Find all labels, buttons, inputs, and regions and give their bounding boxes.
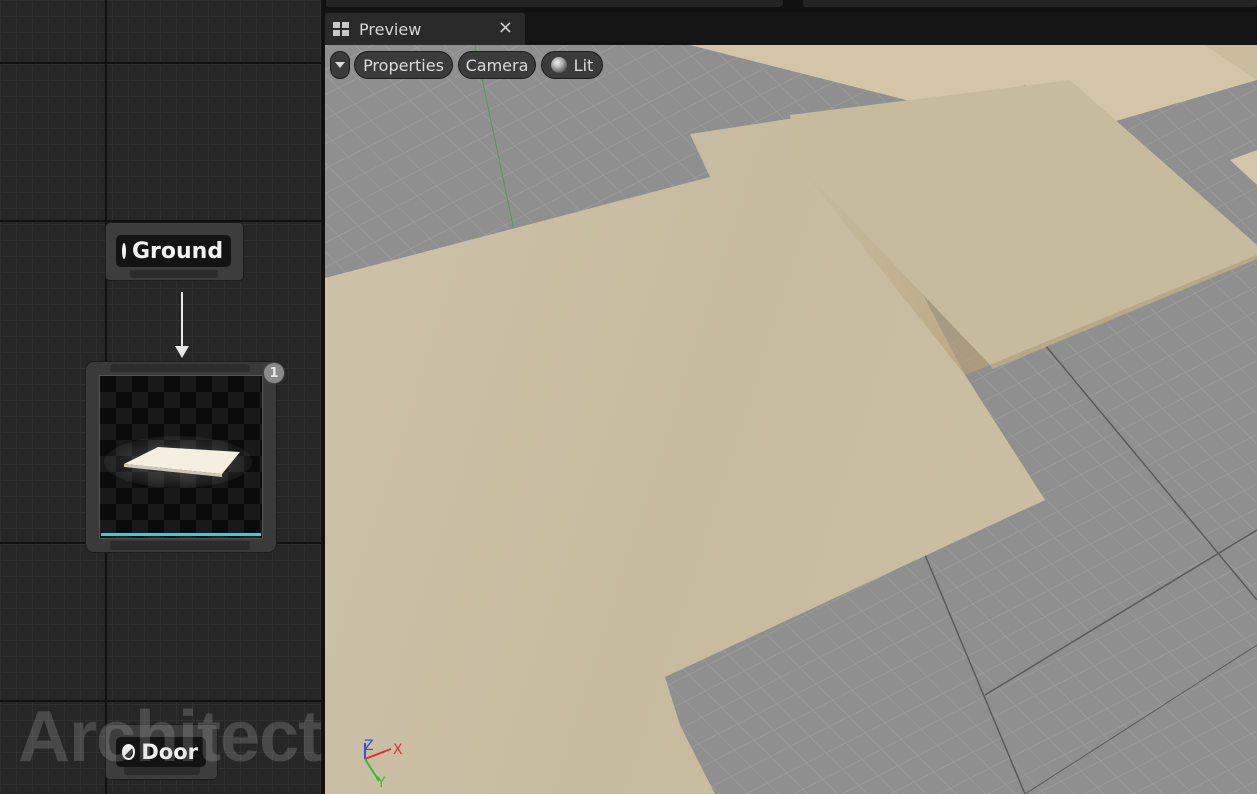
properties-button[interactable]: Properties <box>354 51 453 79</box>
mesh-node-input-pin[interactable] <box>110 364 250 372</box>
mesh-node[interactable] <box>86 362 276 552</box>
mesh-thumbnail <box>99 375 263 539</box>
viewport-options-button[interactable] <box>330 51 350 79</box>
mesh-node-status-bar <box>101 533 261 536</box>
chevron-down-icon <box>335 62 345 68</box>
mesh-count-badge: 1 <box>264 363 284 383</box>
viewport-layout-icon <box>333 22 349 36</box>
ground-node-label: Ground <box>132 238 224 264</box>
graph-grid-line <box>0 62 321 64</box>
mesh-node-output-pin[interactable] <box>110 541 250 550</box>
axis-gizmo: Z X Y <box>364 738 403 791</box>
properties-button-label: Properties <box>363 55 444 75</box>
camera-button-label: Camera <box>465 55 529 75</box>
viewport-scene <box>325 45 1257 794</box>
door-node[interactable]: Door <box>106 725 217 779</box>
door-node-output-pin[interactable] <box>124 767 200 775</box>
plane-mesh-preview <box>104 436 252 488</box>
door-node-title: Door <box>116 737 206 767</box>
tab-title: Preview <box>359 19 422 39</box>
connection-arrow-icon <box>175 346 189 358</box>
view-mode-lit-button[interactable]: Lit <box>541 51 603 79</box>
ground-node-title: Ground <box>116 235 231 267</box>
graph-grid-line <box>0 220 321 222</box>
ground-node-output-pin[interactable] <box>130 270 218 278</box>
node-connection-wire <box>181 292 183 350</box>
lit-button-label: Lit <box>573 55 594 75</box>
graph-grid-line <box>0 700 321 702</box>
half-circle-icon <box>122 243 126 259</box>
camera-button[interactable]: Camera <box>458 51 536 79</box>
preview-viewport[interactable] <box>325 45 1257 794</box>
ground-node[interactable]: Ground <box>106 223 243 280</box>
close-icon[interactable]: × <box>498 17 513 38</box>
tab-preview[interactable]: Preview × <box>325 13 525 45</box>
half-circle-icon <box>122 744 136 760</box>
axis-x-label: X <box>393 742 403 758</box>
top-panel-segment <box>803 0 1257 7</box>
axis-y-label: Y <box>376 775 386 791</box>
sphere-icon <box>550 57 567 73</box>
door-node-label: Door <box>141 740 198 764</box>
top-panel-segment <box>326 0 783 7</box>
axis-z-label: Z <box>364 738 374 754</box>
